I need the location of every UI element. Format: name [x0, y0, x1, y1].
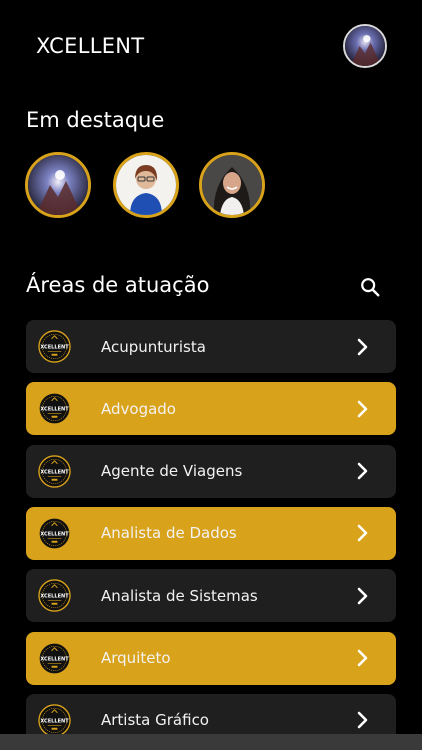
area-item-label: Analista de Dados: [101, 524, 237, 543]
area-item-label: Agente de Viagens: [101, 462, 243, 481]
chevron-right-icon: [357, 711, 368, 729]
featured-title: Em destaque: [26, 108, 165, 132]
featured-story-1[interactable]: [25, 152, 91, 218]
logo-text: XCELLENT: [40, 656, 69, 662]
area-item-label: Analista de Sistemas: [101, 586, 258, 605]
xcellent-logo-icon: XCELLENT: [38, 579, 71, 612]
featured-story-3[interactable]: [199, 152, 265, 218]
search-button[interactable]: [356, 273, 384, 301]
story-image: [116, 155, 176, 215]
areas-title: Áreas de atuação: [26, 273, 210, 297]
logo-text: XCELLENT: [40, 469, 69, 475]
logo-text: XCELLENT: [40, 344, 69, 350]
chevron-right-icon: [357, 338, 368, 355]
area-item-label: Artista Gráfico: [101, 711, 209, 730]
area-item[interactable]: XCELLENT Analista de Dados: [26, 506, 396, 560]
xcellent-logo-icon: XCELLENT: [38, 454, 71, 488]
bottom-bar: [0, 734, 422, 750]
area-item[interactable]: XCELLENT Agente de Viagens: [26, 444, 396, 498]
chevron-right-icon: [357, 587, 368, 604]
search-icon: [361, 278, 380, 297]
logo-text: XCELLENT: [40, 594, 69, 600]
logo-text: XCELLENT: [40, 718, 69, 724]
story-image: [202, 155, 262, 215]
xcellent-logo-icon: XCELLENT: [38, 704, 71, 737]
profile-avatar[interactable]: [343, 24, 387, 68]
area-item[interactable]: XCELLENT Acupunturista: [26, 320, 396, 373]
xcellent-logo-icon: XCELLENT: [38, 330, 71, 363]
chevron-right-icon: [357, 525, 368, 542]
area-item[interactable]: XCELLENT Arquiteto: [26, 631, 396, 685]
chevron-right-icon: [357, 400, 368, 418]
area-item-label: Advogado: [101, 399, 176, 418]
xcellent-logo-icon: XCELLENT: [38, 517, 71, 550]
story-image: [28, 155, 88, 215]
chevron-right-icon: [357, 462, 368, 480]
avatar-image: [345, 26, 385, 66]
chevron-right-icon: [357, 649, 368, 667]
area-item[interactable]: XCELLENT Analista de Sistemas: [26, 569, 396, 623]
logo-text: XCELLENT: [40, 531, 69, 537]
area-item-label: Acupunturista: [101, 337, 206, 356]
logo-text: XCELLENT: [40, 407, 69, 413]
area-item-label: Arquiteto: [101, 649, 171, 667]
xcellent-logo-icon: XCELLENT: [38, 641, 71, 675]
xcellent-logo-icon: XCELLENT: [38, 392, 71, 426]
featured-story-2[interactable]: [113, 152, 179, 218]
app-title: XCELLENT: [36, 34, 145, 58]
area-item[interactable]: XCELLENT Advogado: [26, 382, 396, 436]
